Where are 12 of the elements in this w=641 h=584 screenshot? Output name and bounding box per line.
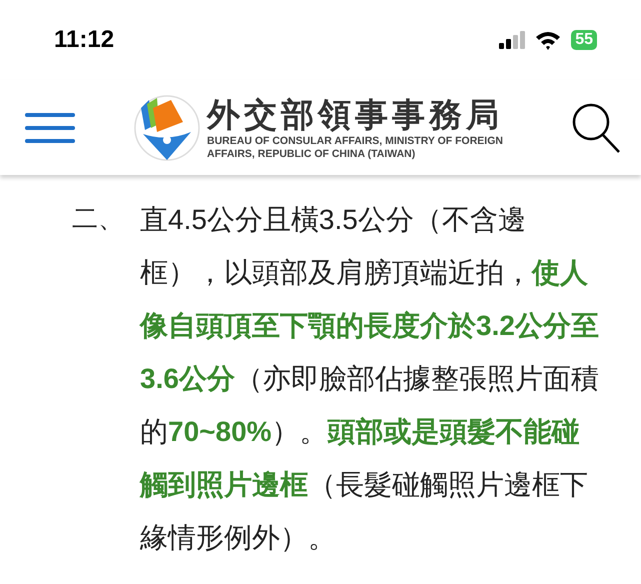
signal-icon	[499, 31, 526, 49]
logo-icon[interactable]	[133, 94, 201, 162]
search-icon[interactable]	[571, 102, 621, 154]
list-marker: 二、	[72, 203, 125, 236]
site-title[interactable]: 外交部領事事務局	[207, 94, 503, 134]
wifi-icon	[535, 30, 562, 50]
site-subtitle: AFFAIRS, REPUBLIC OF CHINA (TAIWAN)	[207, 148, 416, 160]
paragraph: 直4.5公分且橫3.5公分（不含邊框），以頭部及肩膀頂端近拍，使人像自頭頂至下顎的長度介於3.2公分至3.6公分（亦即臉部佔據整張照片面積的70~80%）。頭部或是頭髮不能碰觸到照片邊框（長髮碰觸照片邊框下緣情形例外）。	[140, 203, 600, 555]
site-subtitle: BUREAU OF CONSULAR AFFAIRS, MINISTRY OF FOREIGN	[207, 134, 503, 148]
menu-icon[interactable]	[25, 112, 75, 144]
status-time: 11:12	[54, 26, 114, 54]
battery-indicator: 55	[571, 30, 597, 50]
